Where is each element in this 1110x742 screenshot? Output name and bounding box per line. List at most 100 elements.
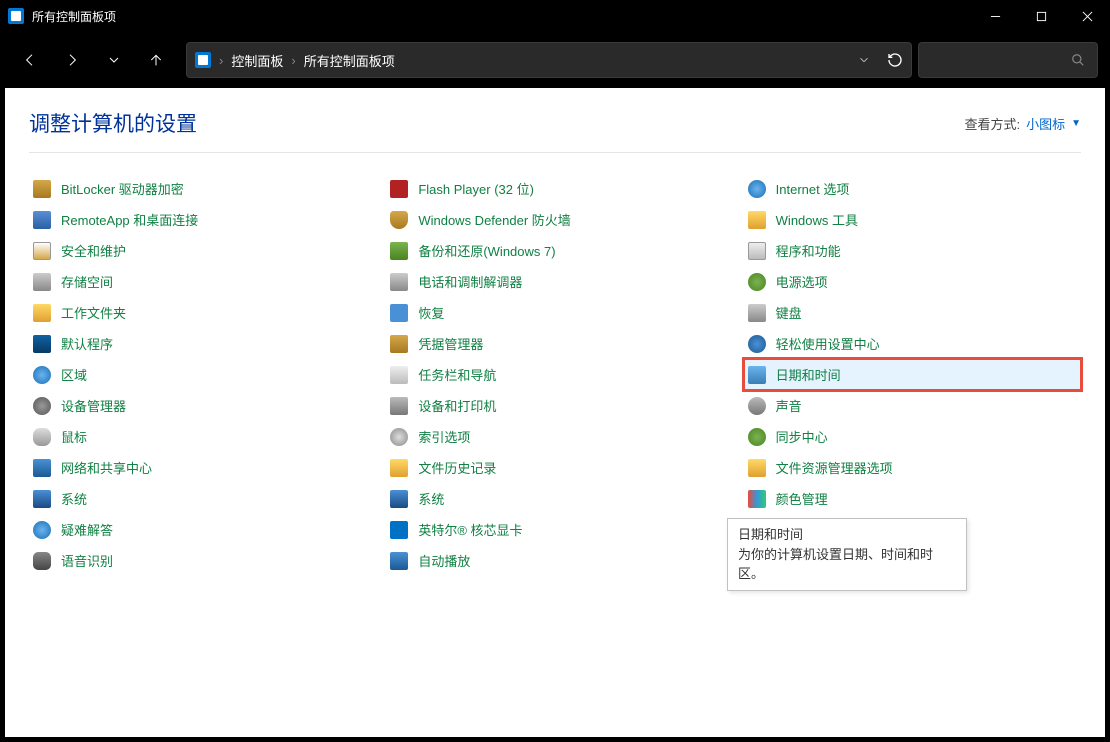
breadcrumb-item[interactable]: 控制面板 — [231, 51, 283, 70]
view-mode-label: 查看方式: — [964, 114, 1020, 133]
control-panel-item[interactable]: Windows Defender 防火墙 — [386, 204, 723, 235]
control-panel-item[interactable]: 同步中心 — [744, 421, 1081, 452]
item-label: 语音识别 — [61, 551, 113, 570]
item-label: 安全和维护 — [61, 241, 126, 260]
nav-up-button[interactable] — [138, 42, 174, 78]
control-panel-item[interactable]: 工作文件夹 — [29, 297, 366, 328]
taskbar-icon — [390, 366, 408, 384]
window-title: 所有控制面板项 — [32, 8, 116, 25]
item-label: 英特尔® 核芯显卡 — [418, 520, 522, 539]
mouse-icon — [33, 428, 51, 446]
control-panel-item[interactable]: 索引选项 — [386, 421, 723, 452]
control-panel-item[interactable]: 鼠标 — [29, 421, 366, 452]
titlebar-left: 所有控制面板项 — [0, 8, 116, 25]
item-label: 设备管理器 — [61, 396, 126, 415]
control-panel-item[interactable]: 自动播放 — [386, 545, 723, 576]
control-panel-item[interactable]: 日期和时间 — [744, 359, 1081, 390]
control-panel-item[interactable]: 区域 — [29, 359, 366, 390]
cred-icon — [390, 335, 408, 353]
nav-forward-button[interactable] — [54, 42, 90, 78]
toolbar: › 控制面板 › 所有控制面板项 — [0, 32, 1110, 88]
search-box[interactable] — [918, 42, 1098, 78]
address-bar[interactable]: › 控制面板 › 所有控制面板项 — [186, 42, 912, 78]
item-label: 区域 — [61, 365, 87, 384]
item-label: 任务栏和导航 — [418, 365, 496, 384]
chevron-down-icon[interactable] — [857, 53, 871, 67]
control-panel-item[interactable]: 网络和共享中心 — [29, 452, 366, 483]
control-panel-item[interactable]: 程序和功能 — [744, 235, 1081, 266]
control-panel-item[interactable]: 声音 — [744, 390, 1081, 421]
net-icon — [33, 459, 51, 477]
color-icon — [748, 490, 766, 508]
address-icon — [195, 52, 211, 68]
control-panel-item[interactable]: 设备和打印机 — [386, 390, 723, 421]
control-panel-item[interactable]: 电源选项 — [744, 266, 1081, 297]
kb-icon — [748, 304, 766, 322]
control-panel-item[interactable]: Internet 选项 — [744, 173, 1081, 204]
control-panel-item[interactable]: 轻松使用设置中心 — [744, 328, 1081, 359]
control-panel-item[interactable]: 语音识别 — [29, 545, 366, 576]
control-panel-item[interactable]: 存储空间 — [29, 266, 366, 297]
control-panel-item[interactable]: Flash Player (32 位) — [386, 173, 723, 204]
item-label: 疑难解答 — [61, 520, 113, 539]
control-panel-item[interactable]: 恢复 — [386, 297, 723, 328]
control-panel-item[interactable]: 备份和还原(Windows 7) — [386, 235, 723, 266]
window-controls — [972, 0, 1110, 32]
item-label: Internet 选项 — [776, 179, 850, 198]
control-panel-item[interactable]: 疑难解答 — [29, 514, 366, 545]
control-panel-item[interactable]: 设备管理器 — [29, 390, 366, 421]
breadcrumb-item[interactable]: 所有控制面板项 — [304, 51, 395, 70]
nav-recent-button[interactable] — [96, 42, 132, 78]
control-panel-item[interactable]: 电话和调制解调器 — [386, 266, 723, 297]
sys-icon — [33, 490, 51, 508]
control-panel-item[interactable]: 英特尔® 核芯显卡 — [386, 514, 723, 545]
control-panel-item[interactable]: RemoteApp 和桌面连接 — [29, 204, 366, 235]
item-label: Flash Player (32 位) — [418, 179, 534, 198]
tools-icon — [748, 211, 766, 229]
item-label: 网络和共享中心 — [61, 458, 152, 477]
control-panel-item[interactable]: 任务栏和导航 — [386, 359, 723, 390]
breadcrumb-sep: › — [219, 53, 223, 68]
index-icon — [390, 428, 408, 446]
control-panel-item[interactable]: 安全和维护 — [29, 235, 366, 266]
control-panel-icon — [8, 8, 24, 24]
tooltip: 日期和时间 为你的计算机设置日期、时间和时区。 — [727, 518, 967, 591]
item-label: 存储空间 — [61, 272, 113, 291]
item-label: 恢复 — [418, 303, 444, 322]
control-panel-item[interactable]: Windows 工具 — [744, 204, 1081, 235]
history-icon — [390, 459, 408, 477]
control-panel-item[interactable]: 文件资源管理器选项 — [744, 452, 1081, 483]
maximize-button[interactable] — [1018, 0, 1064, 32]
page-title: 调整计算机的设置 — [29, 108, 197, 138]
item-label: Windows 工具 — [776, 210, 858, 229]
backup-icon — [390, 242, 408, 260]
item-label: 系统 — [61, 489, 87, 508]
control-panel-item[interactable]: 凭据管理器 — [386, 328, 723, 359]
control-panel-item[interactable]: 系统 — [29, 483, 366, 514]
tooltip-title: 日期和时间 — [738, 525, 956, 545]
close-button[interactable] — [1064, 0, 1110, 32]
control-panel-grid: BitLocker 驱动器加密 Flash Player (32 位) Intern… — [29, 173, 1081, 576]
nav-back-button[interactable] — [12, 42, 48, 78]
modem-icon — [390, 273, 408, 291]
sync-icon — [748, 428, 766, 446]
item-label: 设备和打印机 — [418, 396, 496, 415]
item-label: 索引选项 — [418, 427, 470, 446]
control-panel-item[interactable]: 默认程序 — [29, 328, 366, 359]
view-mode-selector[interactable]: 查看方式: 小图标 ▼ — [964, 114, 1081, 133]
item-label: 轻松使用设置中心 — [776, 334, 880, 353]
item-label: 自动播放 — [418, 551, 470, 570]
address-right — [857, 52, 903, 68]
minimize-button[interactable] — [972, 0, 1018, 32]
item-label: 颜色管理 — [776, 489, 828, 508]
item-label: 日期和时间 — [776, 365, 841, 384]
control-panel-item[interactable]: 文件历史记录 — [386, 452, 723, 483]
flag-icon — [33, 242, 51, 260]
control-panel-item[interactable]: BitLocker 驱动器加密 — [29, 173, 366, 204]
breadcrumb: › 控制面板 › 所有控制面板项 — [219, 51, 849, 70]
control-panel-item[interactable]: 系统 — [386, 483, 723, 514]
control-panel-item[interactable]: 键盘 — [744, 297, 1081, 328]
control-panel-item[interactable]: 颜色管理 — [744, 483, 1081, 514]
gear-icon — [33, 397, 51, 415]
refresh-icon[interactable] — [887, 52, 903, 68]
